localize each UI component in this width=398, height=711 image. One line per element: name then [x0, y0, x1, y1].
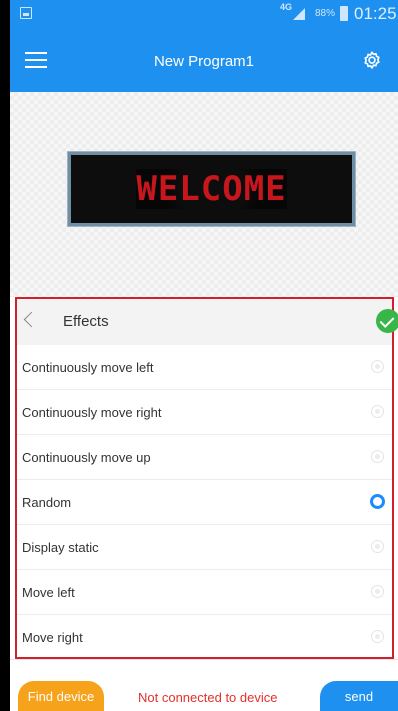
battery-icon — [340, 6, 348, 21]
app-bar: New Program1 — [10, 30, 398, 92]
effect-option[interactable]: Move left — [17, 570, 392, 615]
radio-button[interactable] — [371, 630, 384, 643]
page-title: New Program1 — [153, 53, 255, 70]
effect-label: Move left — [22, 585, 75, 600]
battery-percent: 88% — [315, 8, 336, 19]
effect-label: Continuously move right — [22, 405, 162, 420]
radio-button[interactable] — [371, 450, 384, 463]
radio-button[interactable] — [371, 360, 384, 373]
radio-button[interactable] — [371, 405, 384, 418]
confirm-check-icon[interactable] — [376, 309, 398, 333]
network-type: 4G — [280, 2, 293, 12]
back-icon[interactable] — [23, 311, 40, 328]
effect-option[interactable]: Continuously move left — [17, 345, 392, 390]
led-text: WELCOME — [136, 169, 287, 209]
effects-list: Continuously move left Continuously move… — [17, 345, 392, 660]
effect-option[interactable]: Continuously move right — [17, 390, 392, 435]
radio-button[interactable] — [371, 585, 384, 598]
led-display[interactable]: WELCOME — [68, 152, 355, 226]
gallery-notification-icon — [20, 7, 32, 19]
effect-label: Continuously move left — [22, 360, 154, 375]
radio-button-selected[interactable] — [370, 494, 385, 509]
effect-option[interactable]: Display static — [17, 525, 392, 570]
effect-option[interactable]: Random — [17, 480, 392, 525]
program-preview: WELCOME — [10, 92, 398, 297]
status-bar: 4G 88% 01:25 — [10, 0, 398, 30]
send-button[interactable]: send — [320, 681, 398, 711]
effect-label: Continuously move up — [22, 450, 151, 465]
radio-button[interactable] — [371, 540, 384, 553]
effects-panel: Effects Continuously move left Continuou… — [15, 297, 398, 660]
find-device-button[interactable]: Find device — [18, 681, 104, 711]
effect-option[interactable]: Move right — [17, 615, 392, 660]
effect-label: Display static — [22, 540, 99, 555]
effect-label: Move right — [22, 630, 83, 645]
bottom-bar: Find device Not connected to device send — [10, 659, 398, 711]
app-screen: 4G 88% 01:25 New Program1 WELCOME Effect… — [10, 0, 398, 711]
effects-header: Effects — [17, 299, 398, 345]
connection-status: Not connected to device — [138, 690, 278, 705]
gear-icon[interactable] — [361, 50, 383, 72]
effects-title: Effects — [63, 313, 109, 330]
clock: 01:25 — [354, 4, 397, 23]
effect-label: Random — [22, 495, 72, 510]
effect-option[interactable]: Continuously move up — [17, 435, 392, 480]
signal-icon — [293, 8, 305, 20]
